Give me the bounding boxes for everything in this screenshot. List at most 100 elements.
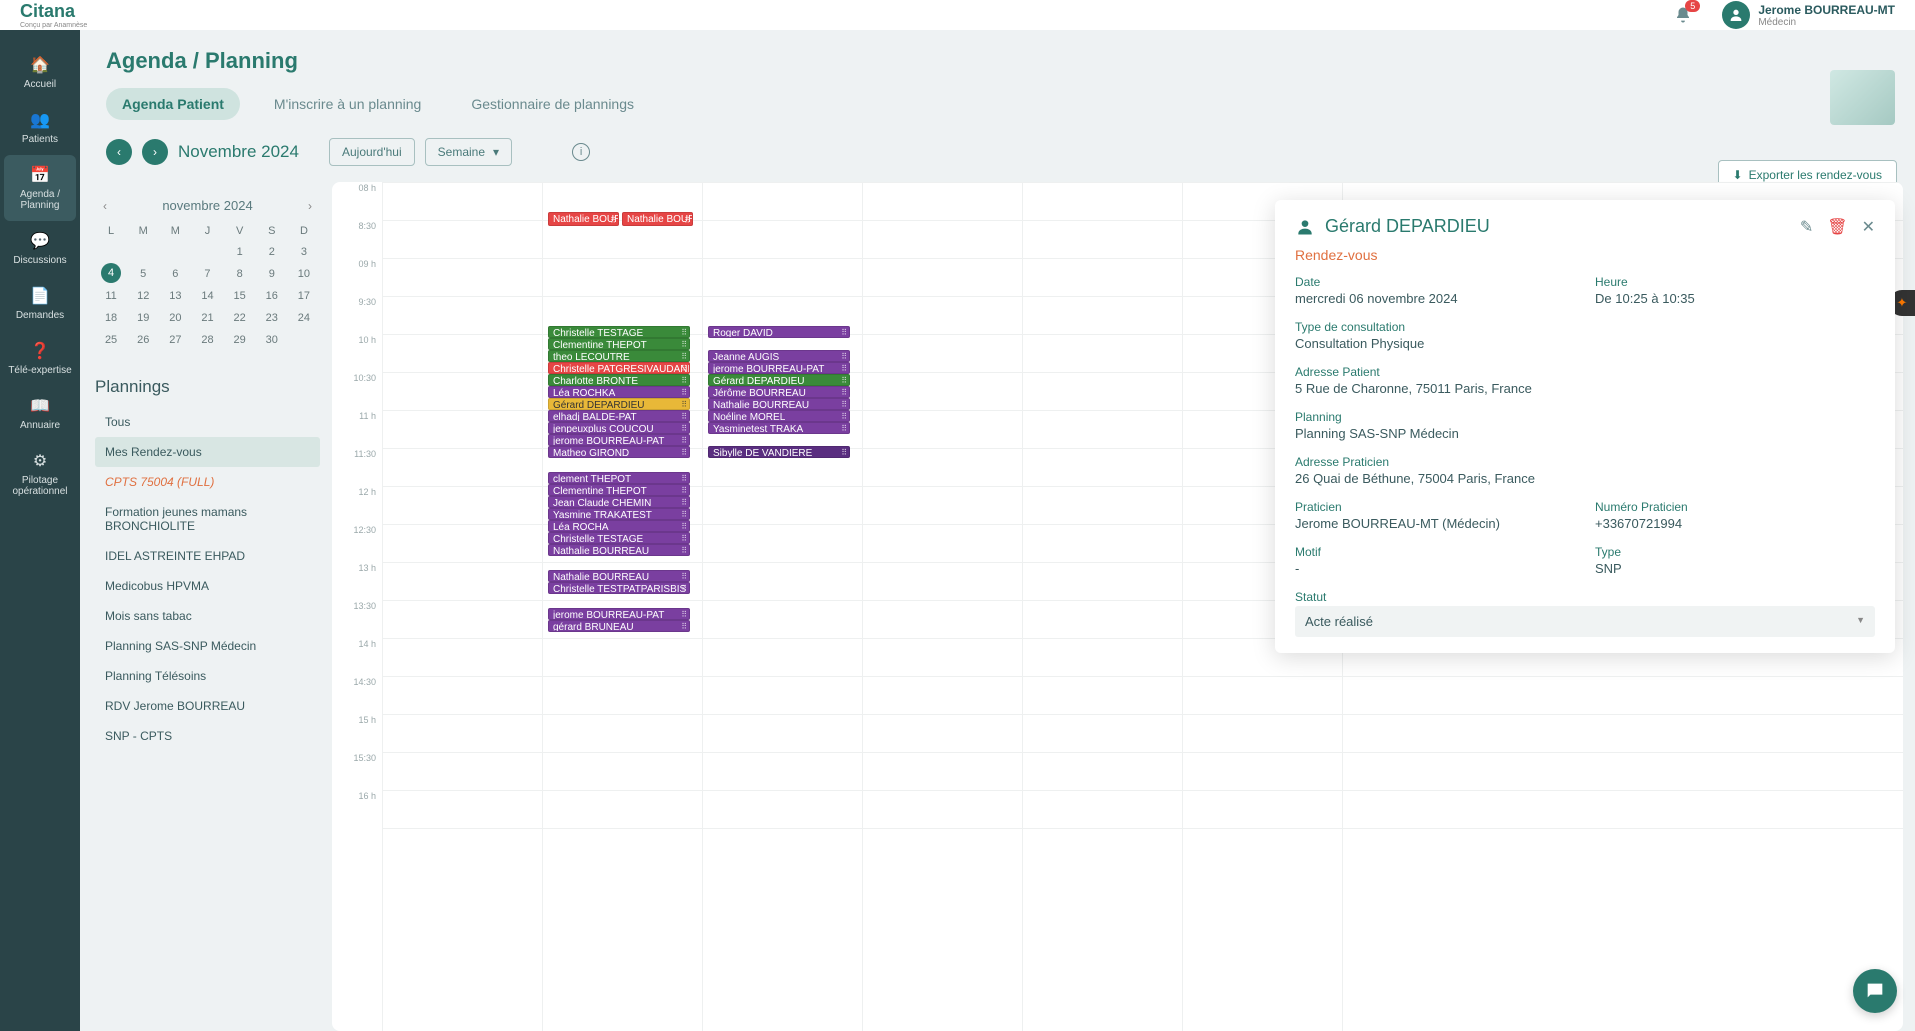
sidebar-item-4[interactable]: 📄Demandes — [0, 276, 80, 331]
minical-day[interactable]: 28 — [191, 329, 223, 351]
calendar-event[interactable]: Léa ROCHA⠿ — [548, 520, 690, 532]
minical-day[interactable]: 23 — [256, 307, 288, 329]
planning-item-7[interactable]: Planning SAS-SNP Médecin — [95, 631, 320, 661]
minical-day[interactable]: 29 — [224, 329, 256, 351]
minical-day[interactable]: 16 — [256, 285, 288, 307]
calendar-event[interactable]: Clementine THEPOT⠿ — [548, 338, 690, 350]
sidebar-item-5[interactable]: ❓Télé-expertise — [0, 331, 80, 386]
today-button[interactable]: Aujourd'hui — [329, 138, 415, 166]
prev-week-button[interactable]: ‹ — [106, 139, 132, 165]
sidebar-item-3[interactable]: 💬Discussions — [0, 221, 80, 276]
calendar-event[interactable]: Nathalie BOURREAU⠿ — [548, 544, 690, 556]
calendar-event[interactable]: clement THEPOT⠿ — [548, 472, 690, 484]
calendar-event[interactable]: Yasminetest TRAKA⠿ — [708, 422, 850, 434]
calendar-event[interactable]: elhadj BALDE-PAT⠿ — [548, 410, 690, 422]
calendar-event[interactable]: jerome BOURREAU-PAT⠿ — [708, 362, 850, 374]
chat-fab[interactable] — [1853, 969, 1897, 1013]
planning-item-2[interactable]: CPTS 75004 (FULL) — [95, 467, 320, 497]
minical-day[interactable]: 12 — [127, 285, 159, 307]
minical-day[interactable]: 19 — [127, 307, 159, 329]
minical-day[interactable]: 7 — [191, 263, 223, 285]
planning-item-3[interactable]: Formation jeunes mamans BRONCHIOLITE — [95, 497, 320, 541]
minical-day[interactable]: 4 — [101, 263, 121, 283]
calendar-event[interactable]: Charlotte BRONTE⠿ — [548, 374, 690, 386]
sidebar-item-6[interactable]: 📖Annuaire — [0, 386, 80, 441]
calendar-event[interactable]: Sibylle DE VANDIERE⠿ — [708, 446, 850, 458]
minical-prev[interactable]: ‹ — [103, 199, 107, 213]
minical-day[interactable]: 11 — [95, 285, 127, 307]
calendar-event[interactable]: Léa ROCHKA⠿ — [548, 386, 690, 398]
calendar-event[interactable]: jenpeuxplus COUCOU⠿ — [548, 422, 690, 434]
calendar-event[interactable]: Matheo GIROND⠿ — [548, 446, 690, 458]
calendar-event[interactable]: Roger DAVID⠿ — [708, 326, 850, 338]
sidebar-item-1[interactable]: 👥Patients — [0, 100, 80, 155]
minical-day[interactable]: 30 — [256, 329, 288, 351]
calendar-event[interactable]: Christelle TESTAGE⠿ — [548, 326, 690, 338]
planning-item-6[interactable]: Mois sans tabac — [95, 601, 320, 631]
planning-item-1[interactable]: Mes Rendez-vous — [95, 437, 320, 467]
calendar-event[interactable]: jerome BOURREAU-PAT⠿ — [548, 434, 690, 446]
calendar-event[interactable]: Jean Claude CHEMIN⠿ — [548, 496, 690, 508]
minical-day[interactable]: 2 — [256, 241, 288, 263]
calendar-event[interactable]: Jeanne AUGIS⠿ — [708, 350, 850, 362]
calendar-event[interactable]: gérard BRUNEAU⠿ — [548, 620, 690, 632]
delete-icon[interactable]: 🗑 — [1827, 217, 1847, 237]
user-menu[interactable]: Jerome BOURREAU-MT Médecin — [1722, 1, 1895, 29]
minical-day[interactable]: 22 — [224, 307, 256, 329]
calendar-event[interactable]: Nathalie BOURREAU⠿ — [708, 398, 850, 410]
calendar-event[interactable]: Christelle TESTPATPARISBIS⠿ — [548, 582, 690, 594]
next-week-button[interactable]: › — [142, 139, 168, 165]
calendar-event[interactable]: Gérard DEPARDIEU⠿ — [548, 398, 690, 410]
planning-item-4[interactable]: IDEL ASTREINTE EHPAD — [95, 541, 320, 571]
tab-0[interactable]: Agenda Patient — [106, 88, 240, 120]
status-select[interactable]: Acte réalisé — [1295, 606, 1875, 637]
calendar-event[interactable]: jerome BOURREAU-PAT⠿ — [548, 608, 690, 620]
minical-day[interactable]: 27 — [159, 329, 191, 351]
planning-item-9[interactable]: RDV Jerome BOURREAU — [95, 691, 320, 721]
calendar-event[interactable]: Yasmine TRAKATEST⠿ — [548, 508, 690, 520]
minical-day[interactable]: 9 — [256, 263, 288, 285]
minical-day[interactable]: 1 — [224, 241, 256, 263]
minical-day[interactable]: 24 — [288, 307, 320, 329]
minical-day[interactable]: 21 — [191, 307, 223, 329]
sidebar-item-7[interactable]: ⚙Pilotage opérationnel — [0, 441, 80, 507]
calendar-event[interactable]: Nathalie BOURREAU⠿ — [548, 570, 690, 582]
minical-day[interactable]: 20 — [159, 307, 191, 329]
minical-day[interactable]: 10 — [288, 263, 320, 285]
minical-day[interactable]: 25 — [95, 329, 127, 351]
minical-day[interactable]: 3 — [288, 241, 320, 263]
planning-item-5[interactable]: Medicobus HPVMA — [95, 571, 320, 601]
minical-day[interactable]: 13 — [159, 285, 191, 307]
calendar-event[interactable]: Nathalie BOURREAU⠿ — [622, 212, 693, 226]
minical-day[interactable]: 6 — [159, 263, 191, 285]
planning-item-10[interactable]: SNP - CPTS — [95, 721, 320, 751]
calendar-event[interactable]: Noéline MOREL⠿ — [708, 410, 850, 422]
minical-day[interactable]: 26 — [127, 329, 159, 351]
notification-bell[interactable]: 5 — [1674, 6, 1692, 24]
view-select[interactable]: Semaine▾ — [425, 138, 512, 166]
minical-day[interactable]: 18 — [95, 307, 127, 329]
calendar-event[interactable]: theo LECOUTRE⠿ — [548, 350, 690, 362]
tab-2[interactable]: Gestionnaire de plannings — [455, 88, 650, 120]
calendar-event[interactable]: Christelle PATGRESIVAUDANBIS⠿ — [548, 362, 690, 374]
planning-item-0[interactable]: Tous — [95, 407, 320, 437]
sidebar-item-0[interactable]: 🏠Accueil — [0, 45, 80, 100]
calendar-event[interactable]: Jérôme BOURREAU⠿ — [708, 386, 850, 398]
planning-item-8[interactable]: Planning Télésoins — [95, 661, 320, 691]
minical-next[interactable]: › — [308, 199, 312, 213]
minical-day[interactable]: 15 — [224, 285, 256, 307]
info-icon[interactable]: i — [572, 143, 590, 161]
close-icon[interactable]: ✕ — [1862, 217, 1875, 237]
calendar-event[interactable]: Christelle TESTAGE⠿ — [548, 532, 690, 544]
tab-1[interactable]: M'inscrire à un planning — [258, 88, 437, 120]
sidebar-item-2[interactable]: 📅Agenda / Planning — [4, 155, 76, 221]
calendar-event[interactable]: Clementine THEPOT⠿ — [548, 484, 690, 496]
minical-day[interactable]: 14 — [191, 285, 223, 307]
minical-day[interactable]: 8 — [224, 263, 256, 285]
calendar-event[interactable]: Nathalie BOURREAU⠿ — [548, 212, 619, 226]
calendar-event[interactable]: Gérard DEPARDIEU⠿ — [708, 374, 850, 386]
minical-day[interactable]: 17 — [288, 285, 320, 307]
date-label: Date — [1295, 275, 1575, 289]
edit-icon[interactable]: ✎ — [1800, 217, 1813, 237]
minical-day[interactable]: 5 — [127, 263, 159, 285]
